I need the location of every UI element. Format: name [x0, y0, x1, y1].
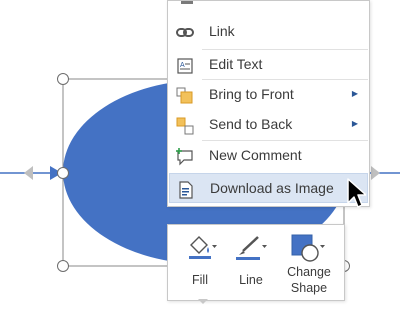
menu-item-label: Download as Image	[210, 180, 334, 196]
menu-item-label: Edit Text	[209, 56, 263, 72]
menu-item-edit-text[interactable]: A Edit Text	[169, 50, 368, 80]
resize-handle-bottom-left[interactable]	[57, 260, 69, 272]
new-comment-icon	[176, 148, 193, 166]
menu-item-new-comment[interactable]: New Comment	[169, 141, 368, 171]
connector-arrow-right-icon	[371, 166, 380, 180]
resize-handle-top-left[interactable]	[57, 73, 69, 85]
download-image-icon	[179, 181, 193, 199]
context-menu: Link A Edit Text Bring to Front ▶ Send t…	[167, 0, 370, 207]
menu-item-label: Send to Back	[209, 116, 293, 132]
submenu-arrow-icon: ▶	[351, 119, 358, 128]
pen-outline-icon	[236, 236, 267, 260]
edit-text-icon: A	[177, 58, 193, 74]
change-shape-button[interactable]: Change Shape	[278, 231, 340, 295]
fill-button[interactable]: Fill	[176, 231, 224, 295]
menu-item-link[interactable]: Link	[169, 17, 368, 47]
menu-item-label: Link	[209, 23, 235, 39]
link-icon	[176, 28, 194, 37]
svg-text:A: A	[180, 62, 185, 69]
menu-item-label: Bring to Front	[209, 86, 294, 102]
bring-to-front-icon	[176, 87, 193, 104]
mini-toolbar: Fill Line Change Shape	[167, 224, 345, 301]
line-label: Line	[239, 273, 263, 287]
menu-item-partial	[169, 1, 368, 7]
connector-arrow-left-icon	[24, 166, 33, 180]
change-shape-label-line2: Shape	[290, 281, 328, 295]
resize-handle-left[interactable]	[57, 167, 69, 179]
change-shape-icon	[291, 234, 325, 262]
change-shape-label-line1: Change	[287, 265, 331, 279]
toolbar-pointer-icon	[198, 299, 208, 304]
submenu-arrow-icon: ▶	[351, 89, 358, 98]
send-to-back-icon	[176, 117, 194, 135]
menu-item-bring-to-front[interactable]: Bring to Front ▶	[169, 80, 368, 110]
fill-label: Fill	[192, 273, 208, 287]
mouse-cursor-icon	[347, 178, 366, 208]
menu-item-label: New Comment	[209, 147, 302, 163]
line-button[interactable]: Line	[226, 231, 276, 295]
menu-item-send-to-back[interactable]: Send to Back ▶	[169, 110, 368, 140]
partial-icon	[181, 1, 193, 4]
menu-item-download-as-image[interactable]: Download as Image	[169, 173, 368, 203]
paint-bucket-icon	[189, 236, 217, 259]
